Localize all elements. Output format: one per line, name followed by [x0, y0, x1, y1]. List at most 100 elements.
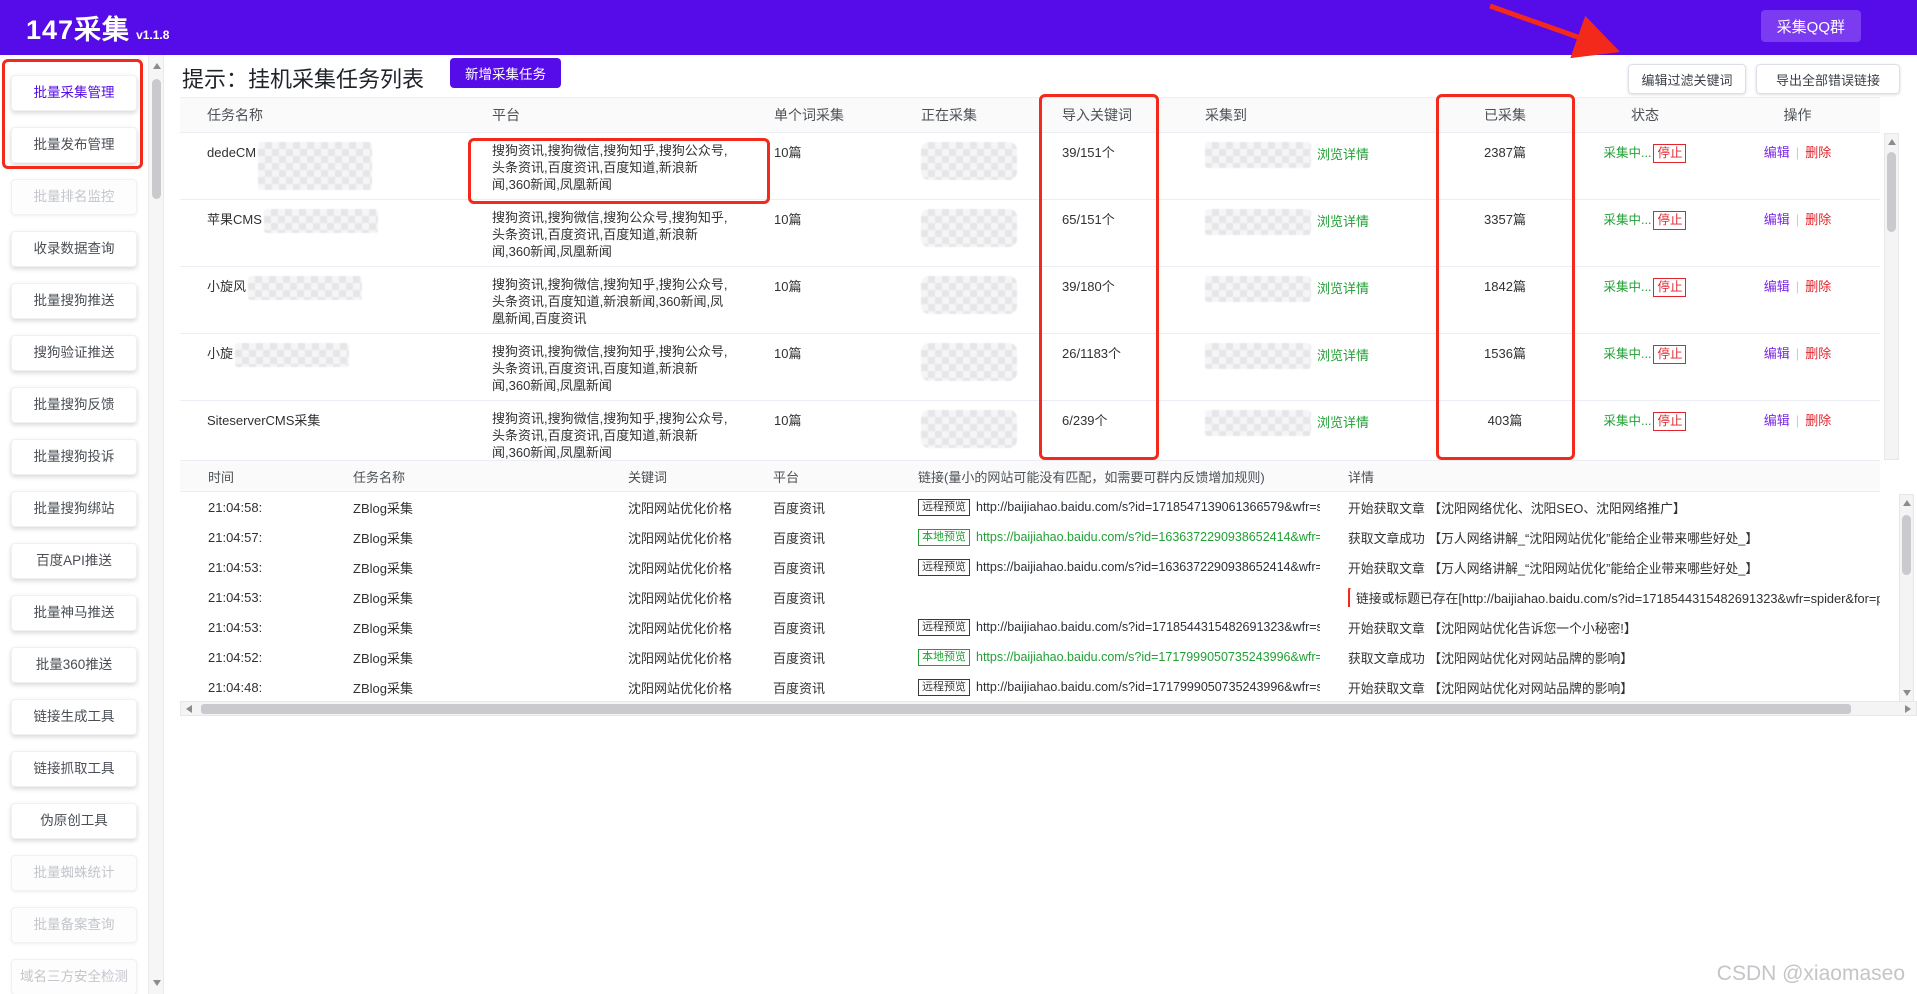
log-time: 21:04:48: — [180, 680, 325, 695]
log-url[interactable]: http://baijiahao.baidu.com/s?id=17185443… — [976, 620, 1320, 634]
browse-detail-link[interactable]: 浏览详情 — [1317, 209, 1369, 235]
edit-link[interactable]: 编辑 — [1764, 279, 1790, 294]
edit-link[interactable]: 编辑 — [1764, 145, 1790, 160]
preview-tag[interactable]: 本地预览 — [918, 649, 970, 666]
collected-to-cell: 浏览详情 — [1190, 334, 1435, 369]
task-scroll-thumb[interactable] — [1887, 152, 1896, 232]
sidebar-item-14[interactable]: 链接抓取工具 — [11, 751, 137, 787]
collected-count-cell: 2387篇 — [1435, 133, 1575, 161]
browse-detail-link[interactable]: 浏览详情 — [1317, 276, 1369, 302]
log-url[interactable]: https://baijiahao.baidu.com/s?id=1717999… — [976, 650, 1320, 664]
log-keyword: 沈阳网站优化价格 — [600, 648, 745, 667]
preview-tag[interactable]: 本地预览 — [918, 529, 970, 546]
sidebar-item-9[interactable]: 批量搜狗绑站 — [11, 491, 137, 527]
app-header: 147采集 v1.1.8 采集QQ群 — [0, 0, 1917, 55]
log-link-cell: 远程预览 http://baijiahao.baidu.com/s?id=1718… — [890, 499, 1320, 516]
operations-cell: 编辑 | 删除 — [1715, 401, 1880, 429]
log-url[interactable]: https://baijiahao.baidu.com/s?id=1636372… — [976, 560, 1320, 574]
divider: | — [1796, 212, 1799, 227]
log-time: 21:04:53: — [180, 590, 325, 605]
sidebar-item-16[interactable]: 批量蜘蛛统计 — [11, 855, 137, 891]
scroll-up-icon[interactable] — [1903, 500, 1911, 506]
column-header: 平台 — [465, 105, 760, 125]
log-platform: 百度资讯 — [745, 678, 890, 697]
log-keyword: 沈阳网站优化价格 — [600, 618, 745, 637]
collected-count-cell: 403篇 — [1435, 401, 1575, 429]
delete-link[interactable]: 删除 — [1805, 346, 1831, 361]
task-table-scrollbar[interactable] — [1884, 133, 1899, 460]
sidebar-item-12[interactable]: 批量360推送 — [11, 647, 137, 683]
add-task-button[interactable]: 新增采集任务 — [450, 58, 561, 88]
table-row: SiteserverCMS采集 搜狗资讯,搜狗微信,搜狗知乎,搜狗公众号,头条资… — [180, 401, 1880, 460]
scroll-down-icon[interactable] — [153, 980, 161, 986]
log-url[interactable]: http://baijiahao.baidu.com/s?id=17179990… — [976, 680, 1320, 694]
preview-tag[interactable]: 远程预览 — [918, 559, 970, 576]
sidebar-item-10[interactable]: 百度API推送 — [11, 543, 137, 579]
scroll-up-icon[interactable] — [153, 63, 161, 69]
qq-group-button[interactable]: 采集QQ群 — [1761, 10, 1861, 42]
browse-detail-link[interactable]: 浏览详情 — [1317, 343, 1369, 369]
sidebar-item-2[interactable]: 批量发布管理 — [11, 127, 137, 163]
log-url[interactable]: http://baijiahao.baidu.com/s?id=17185471… — [976, 500, 1320, 514]
redacted-blur — [921, 142, 1017, 180]
preview-tag[interactable]: 远程预览 — [918, 499, 970, 516]
stop-button[interactable]: 停止 — [1653, 345, 1686, 364]
delete-link[interactable]: 删除 — [1805, 212, 1831, 227]
sidebar-item-18[interactable]: 域名三方安全检测 — [11, 959, 137, 994]
redacted-blur — [921, 276, 1017, 314]
log-table-v-scrollbar[interactable] — [1899, 494, 1914, 702]
log-link-cell: 本地预览 https://baijiahao.baidu.com/s?id=163… — [890, 529, 1320, 546]
edit-link[interactable]: 编辑 — [1764, 212, 1790, 227]
export-error-links-button[interactable]: 导出全部错误链接 — [1756, 64, 1900, 94]
sidebar-item-7[interactable]: 批量搜狗反馈 — [11, 387, 137, 423]
edit-filter-keywords-button[interactable]: 编辑过滤关键词 — [1628, 64, 1746, 94]
scroll-down-icon[interactable] — [1903, 690, 1911, 696]
edit-link[interactable]: 编辑 — [1764, 346, 1790, 361]
stop-button[interactable]: 停止 — [1653, 211, 1686, 230]
sidebar-item-11[interactable]: 批量神马推送 — [11, 595, 137, 631]
log-row: 21:04:58: ZBlog采集 沈阳网站优化价格 百度资讯 远程预览http… — [180, 492, 1880, 522]
log-table-h-scrollbar[interactable] — [180, 701, 1917, 716]
scroll-right-icon[interactable] — [1905, 705, 1911, 713]
divider: | — [1796, 413, 1799, 428]
log-h-scroll-thumb[interactable] — [201, 704, 1851, 714]
imported-keywords-cell: 6/239个 — [1045, 401, 1190, 429]
sidebar-scrollbar[interactable] — [148, 55, 164, 994]
stop-button[interactable]: 停止 — [1653, 412, 1686, 431]
stop-button[interactable]: 停止 — [1653, 278, 1686, 297]
preview-tag[interactable]: 远程预览 — [918, 619, 970, 636]
task-platform-cell: 搜狗资讯,搜狗微信,搜狗知乎,搜狗公众号,头条资讯,百度资讯,百度知道,新浪新闻… — [465, 401, 760, 460]
redacted-blur — [921, 343, 1017, 381]
sidebar-item-5[interactable]: 批量搜狗推送 — [11, 283, 137, 319]
log-scroll-thumb[interactable] — [1902, 515, 1911, 575]
redacted-blur — [264, 209, 378, 233]
sidebar-item-13[interactable]: 链接生成工具 — [11, 699, 137, 735]
delete-link[interactable]: 删除 — [1805, 413, 1831, 428]
redacted-blur — [258, 142, 372, 190]
log-url[interactable]: https://baijiahao.baidu.com/s?id=1636372… — [976, 530, 1320, 544]
log-row: 21:04:53: ZBlog采集 沈阳网站优化价格 百度资讯 链接或标题已存在… — [180, 582, 1880, 612]
sidebar: 批量采集管理批量发布管理批量排名监控收录数据查询批量搜狗推送搜狗验证推送批量搜狗… — [0, 55, 148, 994]
sidebar-item-1[interactable]: 批量采集管理 — [11, 75, 137, 111]
log-row: 21:04:57: ZBlog采集 沈阳网站优化价格 百度资讯 本地预览http… — [180, 522, 1880, 552]
scroll-up-icon[interactable] — [1888, 139, 1896, 145]
sidebar-item-8[interactable]: 批量搜狗投诉 — [11, 439, 137, 475]
preview-tag[interactable]: 远程预览 — [918, 679, 970, 696]
edit-link[interactable]: 编辑 — [1764, 413, 1790, 428]
sidebar-item-17[interactable]: 批量备案查询 — [11, 907, 137, 943]
browse-detail-link[interactable]: 浏览详情 — [1317, 142, 1369, 168]
sidebar-item-6[interactable]: 搜狗验证推送 — [11, 335, 137, 371]
sidebar-scroll-thumb[interactable] — [152, 79, 161, 199]
sidebar-item-15[interactable]: 伪原创工具 — [11, 803, 137, 839]
log-time: 21:04:58: — [180, 500, 325, 515]
column-header: 链接(量小的网站可能没有匹配，如需要可群内反馈增加规则) — [890, 467, 1320, 486]
sidebar-item-4[interactable]: 收录数据查询 — [11, 231, 137, 267]
log-time: 21:04:53: — [180, 560, 325, 575]
scroll-left-icon[interactable] — [186, 705, 192, 713]
sidebar-item-3[interactable]: 批量排名监控 — [11, 179, 137, 215]
delete-link[interactable]: 删除 — [1805, 145, 1831, 160]
browse-detail-link[interactable]: 浏览详情 — [1317, 410, 1369, 436]
task-name-cell: dedeCM — [180, 133, 465, 190]
stop-button[interactable]: 停止 — [1653, 144, 1686, 163]
delete-link[interactable]: 删除 — [1805, 279, 1831, 294]
